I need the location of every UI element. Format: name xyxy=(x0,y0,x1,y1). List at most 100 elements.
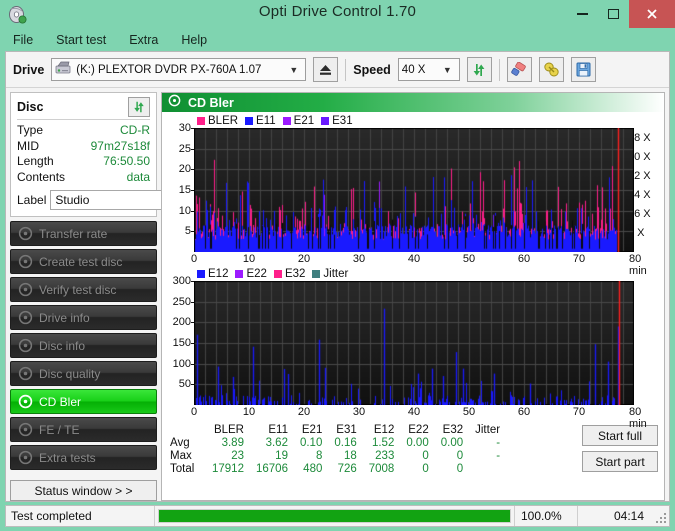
disc-field-value: 76:50.50 xyxy=(103,154,150,168)
y-tick-label: 50 xyxy=(179,378,194,390)
nav-item-disc-quality[interactable]: Disc quality xyxy=(10,361,157,386)
disc-field-length: Length 76:50.50 xyxy=(17,154,150,170)
legend-item-e22: E22 xyxy=(235,268,267,280)
nav-item-cd-bler[interactable]: CD Bler xyxy=(10,389,157,414)
panel-header: CD Bler xyxy=(162,93,664,112)
bler-chart[interactable]: 5 10 15 20 25 30 8 X 16 X 24 X 32 X 40 X 48 X xyxy=(164,122,660,252)
menu-item-file[interactable]: File xyxy=(10,32,36,48)
disc-icon xyxy=(18,422,33,437)
row-label: Max xyxy=(170,450,192,462)
close-button[interactable] xyxy=(629,0,675,28)
disc-label-row: Label xyxy=(17,189,238,210)
y-tick-label: 5 xyxy=(185,225,194,237)
nav-item-fe-te[interactable]: FE / TE xyxy=(10,417,157,442)
legend-item-jitter: Jitter xyxy=(312,268,348,280)
clear-button[interactable] xyxy=(506,57,532,82)
cell: 1.52 xyxy=(371,437,395,449)
disc-field-value: CD-R xyxy=(120,123,150,137)
x-tick-label: 40 xyxy=(407,253,421,265)
e12-plot-canvas[interactable] xyxy=(194,281,634,405)
nav-item-label: FE / TE xyxy=(39,422,80,437)
bler-x-axis: 0 10 20 30 40 50 60 70 80 min xyxy=(191,252,647,277)
bookmark-button[interactable] xyxy=(538,57,564,82)
save-button[interactable] xyxy=(570,57,596,82)
menu-item-help[interactable]: Help xyxy=(178,32,210,48)
start-part-button[interactable]: Start part xyxy=(582,451,658,472)
disc-info-icon xyxy=(18,310,33,325)
col-e21: E21 xyxy=(301,424,323,436)
toolbar-separator-2 xyxy=(498,58,500,81)
chevron-down-icon: ▼ xyxy=(289,64,299,75)
eraser-icon xyxy=(511,61,527,76)
legend-item-e32: E32 xyxy=(273,268,306,280)
eject-icon xyxy=(320,64,332,75)
cell: 3.89 xyxy=(221,437,244,449)
col-e11: E11 xyxy=(268,424,288,436)
disc-field-value: 97m27s18f xyxy=(90,138,150,153)
col-e32: E32 xyxy=(442,424,464,436)
eject-button[interactable] xyxy=(313,57,339,82)
speed-select[interactable]: 40 X ▼ xyxy=(397,58,460,81)
x-tick-label: 60 xyxy=(517,406,531,418)
table-header-row: BLER E11 E21 E31 E12 E22 E32 Jitter xyxy=(166,424,506,437)
menu-item-extra[interactable]: Extra xyxy=(126,32,161,48)
maximize-button[interactable] xyxy=(598,0,629,28)
nav-item-disc-info[interactable]: Disc info xyxy=(10,333,157,358)
legend-label: Jitter xyxy=(323,268,349,280)
legend-swatch xyxy=(245,117,254,125)
legend-swatch xyxy=(197,270,205,278)
drive-select[interactable]: (K:) PLEXTOR DVDR PX-760A 1.07 ▼ xyxy=(51,58,307,81)
cell: 3.62 xyxy=(265,437,288,449)
minimize-button[interactable] xyxy=(567,0,598,28)
nav-item-extra-tests[interactable]: Extra tests xyxy=(10,445,157,470)
x-tick-label: 30 xyxy=(352,406,366,418)
nav-item-drive-info[interactable]: Drive info xyxy=(10,305,157,330)
legend-item-e12: E12 xyxy=(197,268,228,280)
legend-item-bler: BLER xyxy=(197,115,238,127)
cell xyxy=(469,463,506,476)
cell: 0 xyxy=(456,463,464,475)
legend-label: E32 xyxy=(284,268,306,280)
progress-bar xyxy=(155,507,514,525)
cell: 0 xyxy=(422,463,429,475)
e12-chart[interactable]: 50 100 150 200 250 300 xyxy=(164,275,660,405)
body-split: Disc Type CD-R MID 97m27s18f Length 76:5… xyxy=(6,88,669,501)
disc-field-label: Contents xyxy=(17,169,66,184)
refresh-button[interactable] xyxy=(466,57,492,82)
legend-item-e11: E11 xyxy=(245,115,276,127)
x-tick-label: 70 xyxy=(572,253,586,265)
disc-write-icon xyxy=(18,254,33,269)
bler-plot-canvas[interactable] xyxy=(194,128,634,252)
y-tick-label: 10 xyxy=(179,205,194,217)
legend-label: E21 xyxy=(293,115,315,127)
nav-item-label: CD Bler xyxy=(39,394,82,409)
menu-item-start-test[interactable]: Start test xyxy=(53,32,109,48)
resize-grip-icon[interactable] xyxy=(652,509,666,523)
disc-icon xyxy=(18,366,33,381)
legend-label: BLER xyxy=(208,115,239,127)
disc-panel-divider xyxy=(17,119,150,120)
x-tick-label: 10 xyxy=(242,253,256,265)
cell: 0 xyxy=(422,450,429,462)
disc-icon xyxy=(168,94,181,112)
y-tick-label: 200 xyxy=(173,316,194,328)
col-jitter: Jitter xyxy=(475,424,501,436)
y-tick-label: 20 xyxy=(179,163,194,175)
legend-item-e21: E21 xyxy=(282,115,315,127)
cell: 0.10 xyxy=(299,437,323,449)
disc-panel-header: Disc xyxy=(17,96,150,117)
drive-label: Drive xyxy=(13,62,45,77)
x-tick-label: 70 xyxy=(572,406,586,418)
e12-x-axis: 0 10 20 30 40 50 60 70 80 min xyxy=(191,405,647,430)
disc-field-label: MID xyxy=(17,138,39,153)
x-tick-label: 10 xyxy=(242,406,256,418)
col-bler: BLER xyxy=(213,424,244,436)
nav-item-create-test-disc[interactable]: Create test disc xyxy=(10,249,157,274)
nav-item-label: Create test disc xyxy=(39,254,123,269)
status-window-button[interactable]: Status window > > xyxy=(10,480,157,501)
x-tick-label: 50 xyxy=(462,406,476,418)
disc-field-contents: Contents data xyxy=(17,170,150,186)
nav-item-verify-test-disc[interactable]: Verify test disc xyxy=(10,277,157,302)
disc-refresh-button[interactable] xyxy=(128,96,150,117)
nav-item-transfer-rate[interactable]: Transfer rate xyxy=(10,221,157,246)
